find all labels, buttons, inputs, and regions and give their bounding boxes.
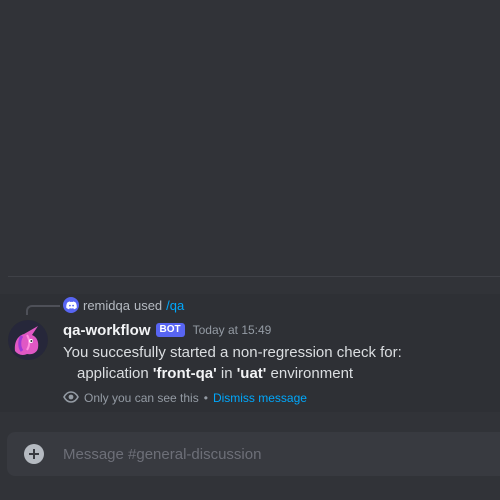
reply-spine [26,305,60,315]
message-header: qa-workflow BOT Today at 15:49 [63,320,271,340]
message-input[interactable] [63,432,490,476]
reply-username[interactable]: remidqa [83,298,130,313]
message-content: You succesfully started a non-regression… [63,342,490,384]
separator-dot: • [203,391,208,405]
discord-icon [63,297,79,313]
plus-circle-icon[interactable] [24,444,44,464]
unicorn-avatar[interactable] [8,320,48,360]
message-line-2: application 'front-qa' in 'uat' environm… [63,363,490,384]
ephemeral-text: Only you can see this [84,391,199,405]
message-divider [8,276,500,277]
message-timestamp[interactable]: Today at 15:49 [193,323,272,337]
message-composer [7,432,500,476]
author-name[interactable]: qa-workflow [63,322,151,339]
command-reply-line: remidqa used /qa [63,297,184,313]
line2-prefix: application [77,365,149,382]
bot-message: remidqa used /qa qa-workflow BOT Today a… [0,294,500,412]
reply-command[interactable]: /qa [166,298,184,313]
eye-icon [63,390,79,406]
env-name: 'uat' [236,365,267,382]
line2-suffix: environment [270,365,354,382]
line2-mid: in [220,365,233,382]
message-line-1: You succesfully started a non-regression… [63,344,402,361]
ephemeral-notice: Only you can see this • Dismiss message [63,390,307,406]
app-name: 'front-qa' [152,365,217,382]
reply-used-text: used [133,297,163,313]
dismiss-message-link[interactable]: Dismiss message [213,391,307,405]
bot-tag: BOT [155,323,185,337]
